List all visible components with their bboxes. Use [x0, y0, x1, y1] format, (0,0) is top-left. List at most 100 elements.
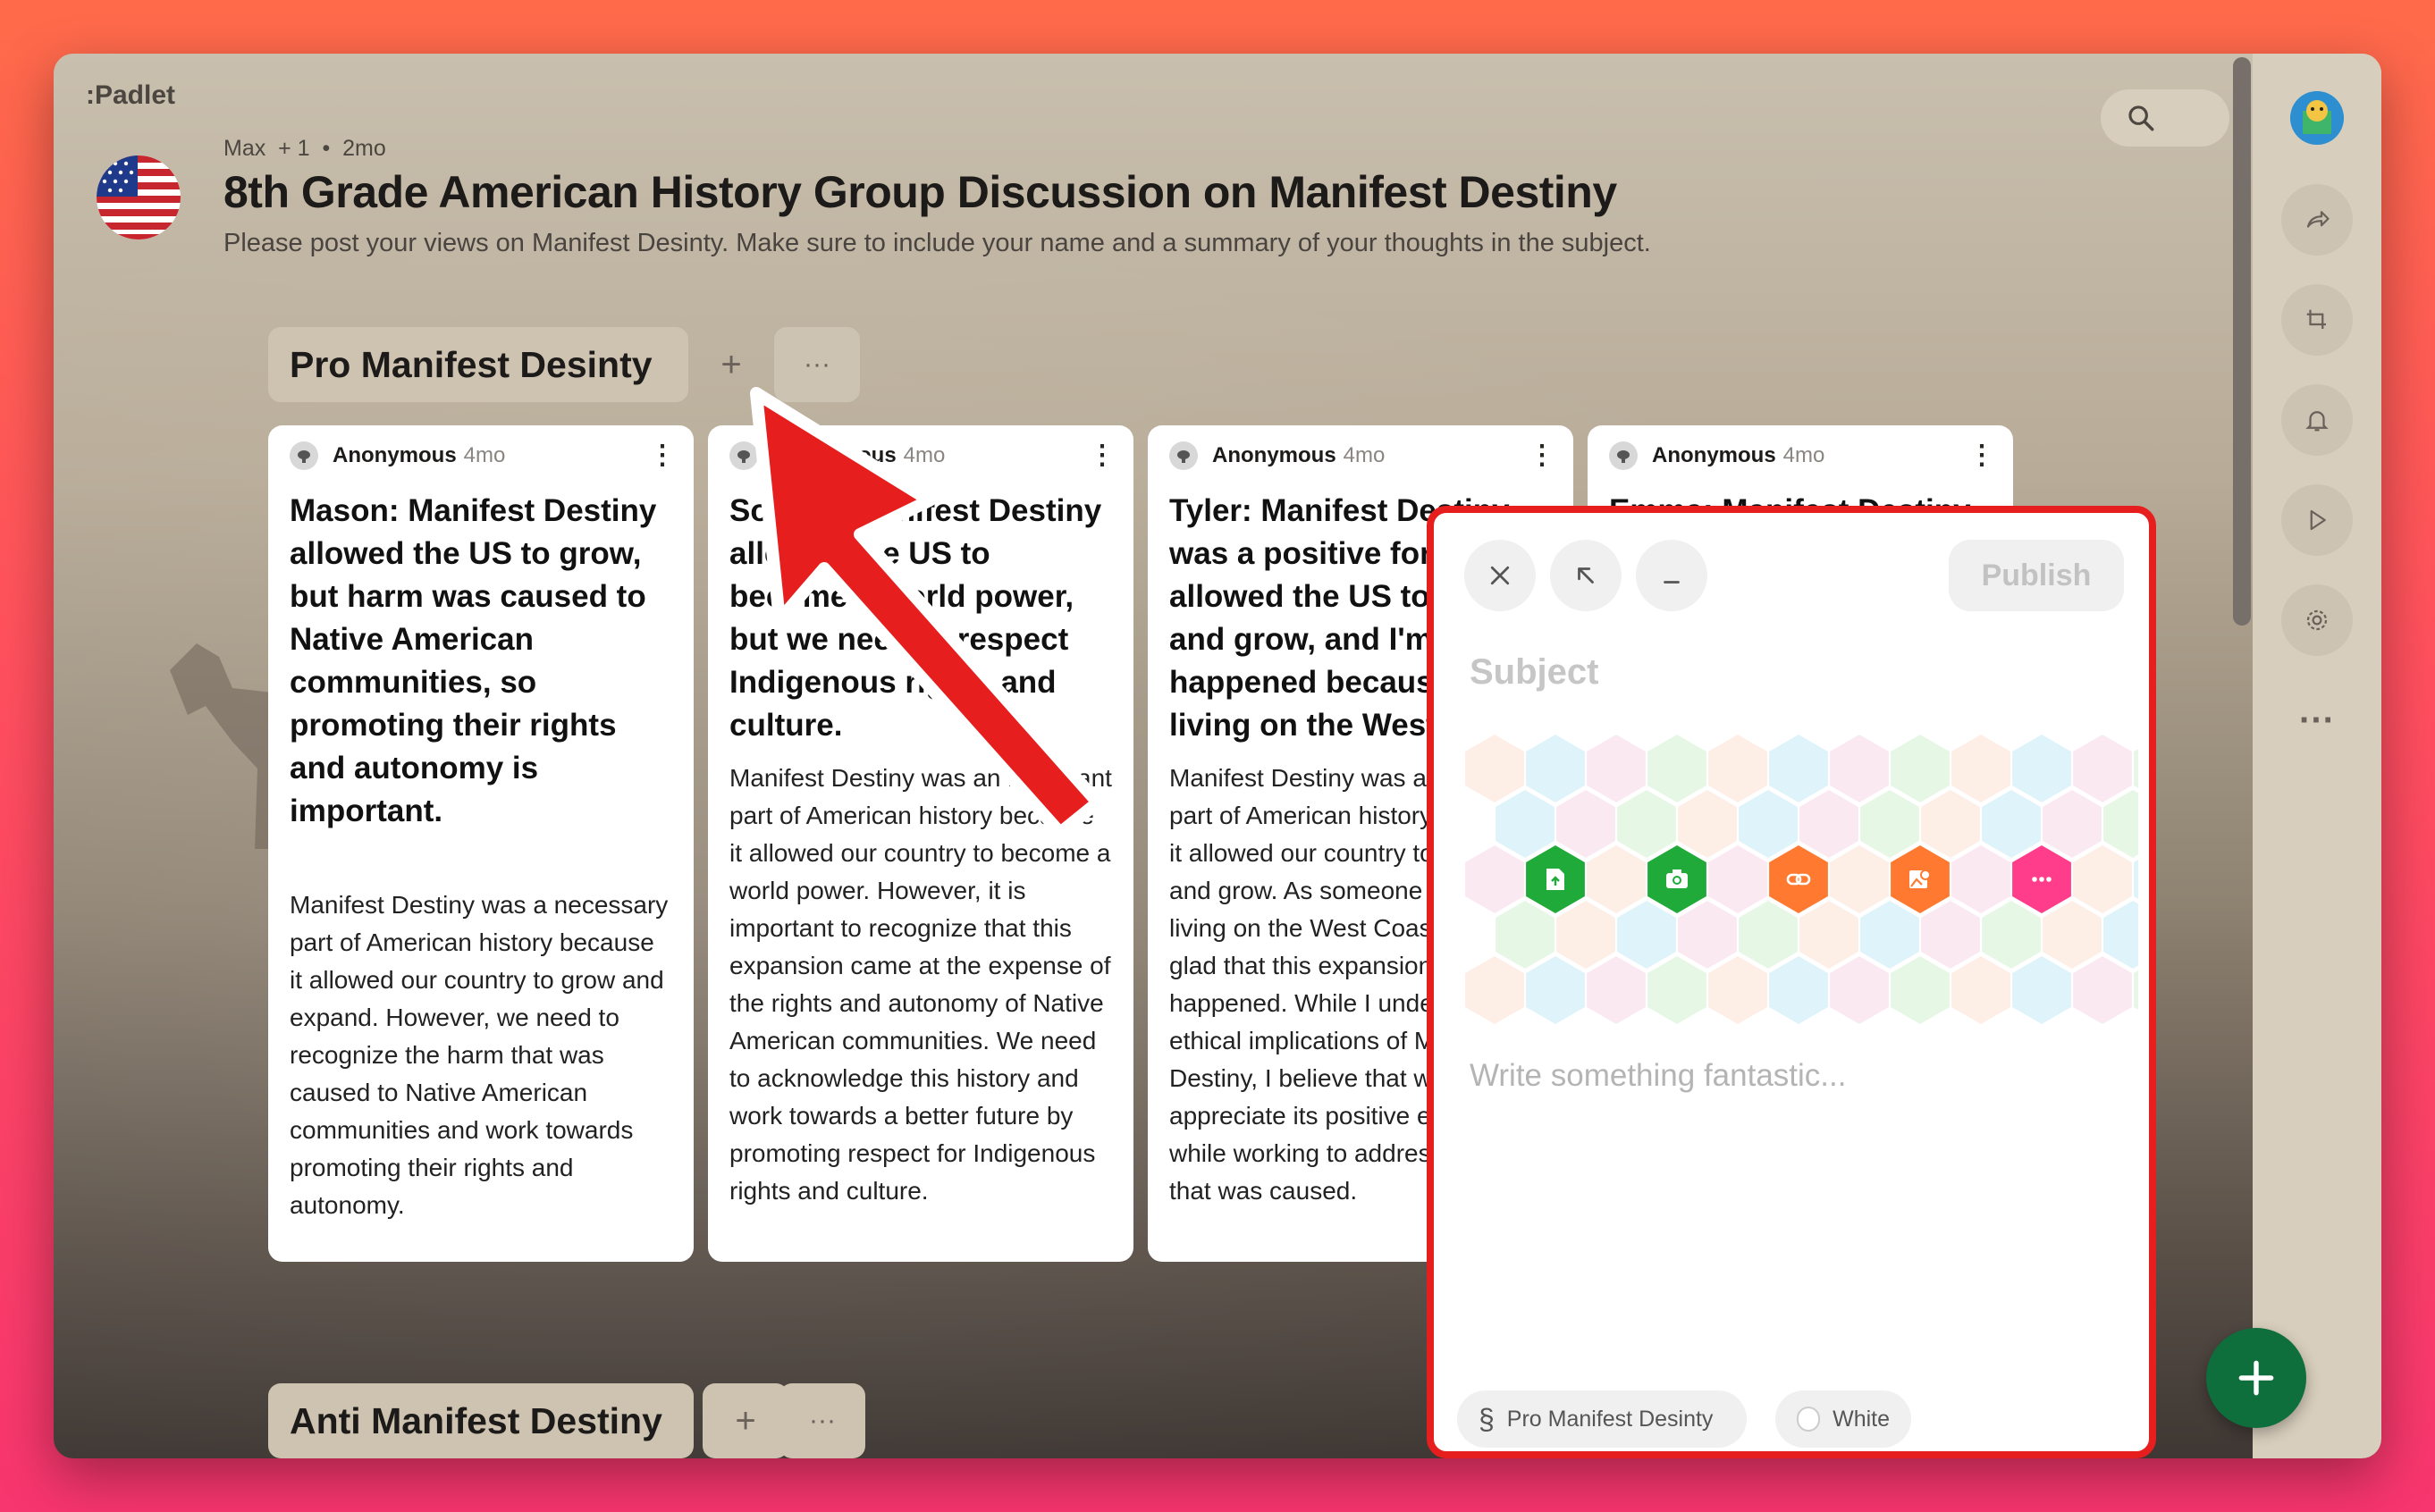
share-icon [2306, 211, 2330, 228]
image-search-icon [1909, 869, 1931, 888]
remake-button[interactable] [2281, 284, 2353, 356]
add-post-button[interactable] [2206, 1328, 2306, 1428]
section-icon: § [1479, 1402, 1495, 1435]
post-menu-icon[interactable]: ⋮ [1529, 442, 1555, 469]
body-input[interactable]: Write something fantastic... [1470, 1058, 1846, 1094]
color-swatch-icon [1797, 1407, 1821, 1432]
hex-tile [1830, 735, 1889, 802]
plus-icon [2238, 1360, 2274, 1396]
hex-tile [1860, 901, 1919, 969]
post-time: 4mo [1782, 443, 1825, 467]
post-time: 4mo [463, 443, 506, 467]
hex-tile [2073, 735, 2132, 802]
section-add-button[interactable]: + [703, 1383, 788, 1458]
hex-tile [1951, 735, 2010, 802]
hex-tile [1860, 790, 1919, 858]
share-button[interactable] [2281, 184, 2353, 256]
post-menu-icon[interactable]: ⋮ [1089, 442, 1116, 469]
hex-tile [1496, 901, 1555, 969]
hex-tile [1799, 790, 1858, 858]
right-toolbar: ··· [2253, 54, 2381, 1458]
close-button[interactable] [1464, 540, 1536, 611]
hex-tile [1921, 790, 1980, 858]
hex-tile [1769, 735, 1828, 802]
section-chip[interactable]: § Pro Manifest Desinty [1457, 1390, 1747, 1448]
remake-icon [2306, 309, 2326, 329]
board-description: Please post your views on Manifest Desin… [223, 229, 1651, 257]
gear-icon [2306, 609, 2328, 631]
hex-tile [1708, 845, 1767, 913]
post-composer: Publish Subject Write something fantasti… [1427, 506, 2156, 1458]
hex-tile [1526, 735, 1585, 802]
section-title: Anti Manifest Destiny [290, 1399, 662, 1441]
expand-button[interactable] [1550, 540, 1622, 611]
section-more-button[interactable]: ··· [774, 327, 860, 402]
hex-tile [1891, 735, 1950, 802]
hex-tile [1799, 901, 1858, 969]
hex-tile [1678, 901, 1737, 969]
hex-tile [1708, 735, 1767, 802]
hex-tile [1769, 956, 1828, 1024]
play-icon [2310, 509, 2326, 531]
section-header-pro[interactable]: Pro Manifest Desinty [268, 327, 688, 402]
hex-tile [1587, 735, 1646, 802]
hex-tile [1830, 956, 1889, 1024]
search-button[interactable] [2101, 89, 2229, 147]
scrollbar[interactable] [2233, 57, 2251, 626]
hex-tile [2073, 845, 2132, 913]
subject-input[interactable]: Subject [1470, 652, 1598, 693]
hex-tile [1617, 790, 1676, 858]
search-icon [2128, 105, 2154, 131]
post-menu-icon[interactable]: ⋮ [649, 442, 676, 469]
notifications-button[interactable] [2281, 384, 2353, 456]
hex-tile [1647, 735, 1706, 802]
section-add-button[interactable]: + [688, 327, 774, 402]
post-subject: Sophia: Manifest Destiny allowed the US … [729, 493, 1102, 743]
avatar [1609, 441, 1638, 470]
avatar [290, 441, 318, 470]
slideshow-button[interactable] [2281, 484, 2353, 556]
hex-tile [2073, 956, 2132, 1024]
settings-button[interactable] [2281, 584, 2353, 656]
section-more-button[interactable]: ··· [779, 1383, 865, 1458]
board-avatar-flag [97, 155, 181, 239]
upload-file-icon [1546, 869, 1564, 890]
hex-tile [1951, 956, 2010, 1024]
color-chip[interactable]: White [1775, 1390, 1911, 1448]
board-meta: Max + 1 • 2mo [223, 136, 386, 161]
post-body: Manifest Destiny was an important part o… [729, 764, 1112, 1205]
link-button[interactable] [1769, 845, 1828, 913]
bell-icon [2305, 411, 2329, 432]
arrow-up-left-icon [1578, 567, 1594, 584]
hex-tile [1830, 845, 1889, 913]
hex-tile [1617, 901, 1676, 969]
hex-tile [1526, 956, 1585, 1024]
publish-button[interactable]: Publish [1949, 540, 2124, 611]
hex-tile [2103, 790, 2138, 858]
avatar [1169, 441, 1198, 470]
more-options-icon [2032, 877, 2052, 882]
hex-tile [2012, 956, 2071, 1024]
hex-tile [1647, 956, 1706, 1024]
hex-tile [1678, 790, 1737, 858]
more-options-button[interactable]: ··· [2281, 685, 2353, 756]
post-card[interactable]: Anonymous 4mo ⋮ Mason: Manifest Destiny … [268, 425, 694, 1262]
post-author: Anonymous [1212, 443, 1336, 467]
hex-tile [1708, 956, 1767, 1024]
post-author: Anonymous [333, 443, 457, 467]
attachment-picker [1465, 735, 2138, 1024]
hex-tile [1465, 735, 1524, 802]
minimize-button[interactable] [1636, 540, 1707, 611]
hex-tile [1739, 901, 1798, 969]
section-header-anti[interactable]: Anti Manifest Destiny [268, 1383, 694, 1458]
section-chip-label: Pro Manifest Desinty [1506, 1406, 1714, 1432]
hex-tile [1982, 790, 2041, 858]
hex-tile [1556, 901, 1615, 969]
hex-tile [2043, 790, 2102, 858]
user-avatar[interactable] [2290, 91, 2344, 145]
hex-tile [2103, 901, 2138, 969]
post-menu-icon[interactable]: ⋮ [1968, 442, 1995, 469]
avatar [729, 441, 758, 470]
post-card[interactable]: Anonymous 4mo ⋮ Sophia: Manifest Destiny… [708, 425, 1133, 1262]
padlet-logo[interactable]: :Padlet [86, 80, 175, 111]
